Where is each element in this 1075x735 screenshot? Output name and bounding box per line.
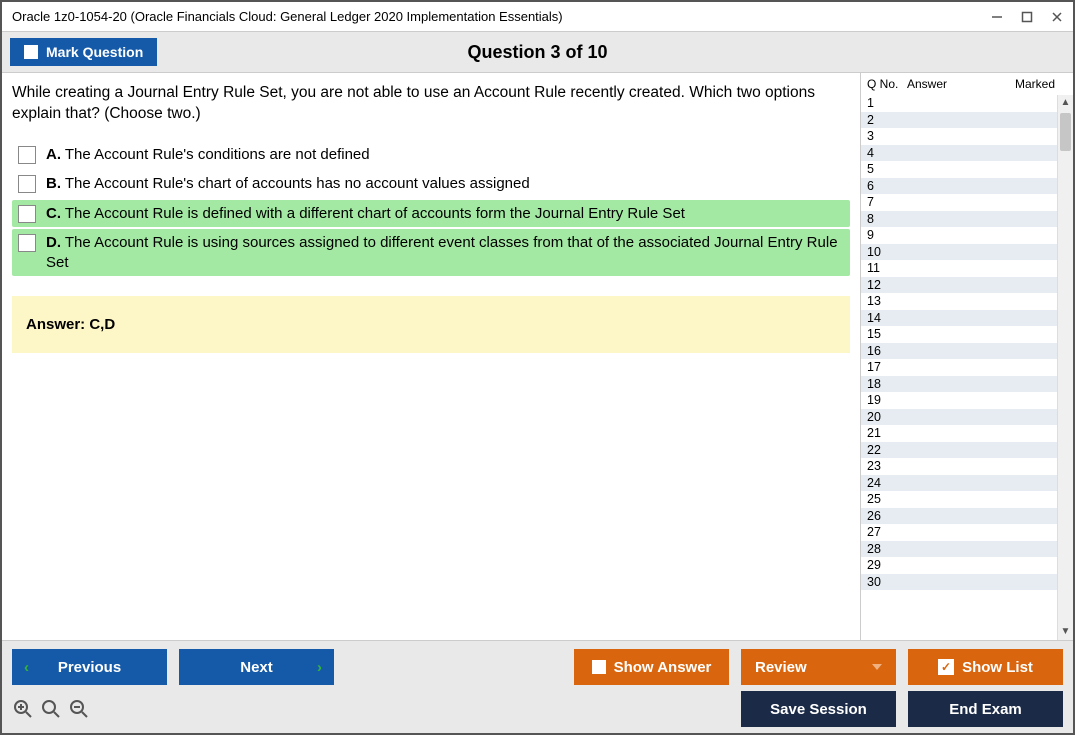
question-list-row[interactable]: 3 bbox=[861, 128, 1073, 145]
scroll-thumb[interactable] bbox=[1060, 113, 1071, 151]
question-list-row[interactable]: 18 bbox=[861, 376, 1073, 393]
scrollbar[interactable]: ▲ ▼ bbox=[1057, 95, 1073, 640]
titlebar: Oracle 1z0-1054-20 (Oracle Financials Cl… bbox=[2, 2, 1073, 32]
question-list-row[interactable]: 28 bbox=[861, 541, 1073, 558]
option-row[interactable]: D. The Account Rule is using sources ass… bbox=[12, 229, 850, 276]
chevron-left-icon: ‹ bbox=[24, 659, 29, 676]
question-list-row[interactable]: 27 bbox=[861, 524, 1073, 541]
save-session-button[interactable]: Save Session bbox=[741, 691, 896, 727]
zoom-out-icon[interactable] bbox=[68, 698, 90, 720]
previous-label: Previous bbox=[58, 659, 121, 676]
caret-down-icon bbox=[872, 664, 882, 670]
question-list-row[interactable]: 16 bbox=[861, 343, 1073, 360]
question-list-row[interactable]: 5 bbox=[861, 161, 1073, 178]
question-list-row[interactable]: 30 bbox=[861, 574, 1073, 591]
header-bar: Mark Question Question 3 of 10 bbox=[2, 32, 1073, 73]
question-list-row[interactable]: 17 bbox=[861, 359, 1073, 376]
option-text: C. The Account Rule is defined with a di… bbox=[46, 204, 844, 224]
body-area: While creating a Journal Entry Rule Set,… bbox=[2, 73, 1073, 640]
mark-question-label: Mark Question bbox=[46, 44, 143, 60]
next-button[interactable]: Next › bbox=[179, 649, 334, 685]
show-list-button[interactable]: ✓ Show List bbox=[908, 649, 1063, 685]
col-qno: Q No. bbox=[863, 77, 907, 91]
footer-bar: ‹ Previous Next › Show Answer Review ✓ S… bbox=[2, 640, 1073, 733]
question-list-row[interactable]: 29 bbox=[861, 557, 1073, 574]
question-list-row[interactable]: 1 bbox=[861, 95, 1073, 112]
scroll-up-icon[interactable]: ▲ bbox=[1058, 95, 1073, 111]
square-icon bbox=[592, 660, 606, 674]
question-list-row[interactable]: 25 bbox=[861, 491, 1073, 508]
check-icon: ✓ bbox=[938, 659, 954, 675]
review-label: Review bbox=[755, 659, 807, 676]
previous-button[interactable]: ‹ Previous bbox=[12, 649, 167, 685]
app-window: Oracle 1z0-1054-20 (Oracle Financials Cl… bbox=[0, 0, 1075, 735]
question-list-row[interactable]: 21 bbox=[861, 425, 1073, 442]
mark-question-button[interactable]: Mark Question bbox=[10, 38, 157, 66]
col-marked: Marked bbox=[1015, 77, 1071, 91]
question-list-row[interactable]: 22 bbox=[861, 442, 1073, 459]
option-row[interactable]: A. The Account Rule's conditions are not… bbox=[12, 141, 850, 169]
zoom-controls bbox=[12, 698, 90, 720]
question-list-row[interactable]: 8 bbox=[861, 211, 1073, 228]
end-exam-label: End Exam bbox=[949, 701, 1022, 718]
question-list-row[interactable]: 13 bbox=[861, 293, 1073, 310]
question-list-header: Q No. Answer Marked bbox=[861, 73, 1073, 95]
question-list-row[interactable]: 15 bbox=[861, 326, 1073, 343]
question-list-row[interactable]: 23 bbox=[861, 458, 1073, 475]
end-exam-button[interactable]: End Exam bbox=[908, 691, 1063, 727]
question-list-row[interactable]: 12 bbox=[861, 277, 1073, 294]
option-row[interactable]: B. The Account Rule's chart of accounts … bbox=[12, 170, 850, 198]
question-list-row[interactable]: 6 bbox=[861, 178, 1073, 195]
option-letter: D. bbox=[46, 234, 61, 251]
window-controls bbox=[991, 11, 1063, 23]
question-list-row[interactable]: 4 bbox=[861, 145, 1073, 162]
window-title: Oracle 1z0-1054-20 (Oracle Financials Cl… bbox=[12, 9, 563, 24]
question-panel: While creating a Journal Entry Rule Set,… bbox=[2, 73, 860, 640]
zoom-in-icon[interactable] bbox=[12, 698, 34, 720]
question-list-row[interactable]: 7 bbox=[861, 194, 1073, 211]
question-list[interactable]: 1234567891011121314151617181920212223242… bbox=[861, 95, 1073, 640]
checkbox-icon[interactable] bbox=[18, 175, 36, 193]
chevron-right-icon: › bbox=[317, 659, 322, 676]
checkbox-icon[interactable] bbox=[18, 146, 36, 164]
option-letter: C. bbox=[46, 205, 61, 222]
zoom-reset-icon[interactable] bbox=[40, 698, 62, 720]
question-list-row[interactable]: 26 bbox=[861, 508, 1073, 525]
question-list-row[interactable]: 19 bbox=[861, 392, 1073, 409]
question-counter: Question 3 of 10 bbox=[2, 42, 1073, 63]
close-icon[interactable] bbox=[1051, 11, 1063, 23]
option-letter: B. bbox=[46, 175, 61, 192]
next-label: Next bbox=[240, 659, 273, 676]
question-list-row[interactable]: 20 bbox=[861, 409, 1073, 426]
question-list-row[interactable]: 9 bbox=[861, 227, 1073, 244]
maximize-icon[interactable] bbox=[1021, 11, 1033, 23]
show-list-label: Show List bbox=[962, 659, 1033, 676]
question-list-row[interactable]: 24 bbox=[861, 475, 1073, 492]
option-letter: A. bbox=[46, 146, 61, 163]
question-list-row[interactable]: 10 bbox=[861, 244, 1073, 261]
option-text: B. The Account Rule's chart of accounts … bbox=[46, 174, 844, 194]
answer-box: Answer: C,D bbox=[12, 296, 850, 353]
minimize-icon[interactable] bbox=[991, 11, 1003, 23]
checkbox-icon bbox=[24, 45, 38, 59]
footer-row-1: ‹ Previous Next › Show Answer Review ✓ S… bbox=[12, 649, 1063, 685]
review-button[interactable]: Review bbox=[741, 649, 896, 685]
option-row[interactable]: C. The Account Rule is defined with a di… bbox=[12, 200, 850, 228]
scroll-down-icon[interactable]: ▼ bbox=[1058, 624, 1073, 640]
option-text: A. The Account Rule's conditions are not… bbox=[46, 145, 844, 165]
show-answer-label: Show Answer bbox=[614, 659, 712, 676]
question-text: While creating a Journal Entry Rule Set,… bbox=[12, 83, 850, 125]
checkbox-icon[interactable] bbox=[18, 234, 36, 252]
col-answer: Answer bbox=[907, 77, 1015, 91]
question-list-row[interactable]: 11 bbox=[861, 260, 1073, 277]
question-list-row[interactable]: 2 bbox=[861, 112, 1073, 129]
footer-row-2: Save Session End Exam bbox=[12, 691, 1063, 727]
option-text: D. The Account Rule is using sources ass… bbox=[46, 233, 844, 272]
checkbox-icon[interactable] bbox=[18, 205, 36, 223]
question-list-panel: Q No. Answer Marked 12345678910111213141… bbox=[860, 73, 1073, 640]
options-list: A. The Account Rule's conditions are not… bbox=[12, 141, 850, 277]
show-answer-button[interactable]: Show Answer bbox=[574, 649, 729, 685]
save-session-label: Save Session bbox=[770, 701, 867, 718]
question-list-row[interactable]: 14 bbox=[861, 310, 1073, 327]
